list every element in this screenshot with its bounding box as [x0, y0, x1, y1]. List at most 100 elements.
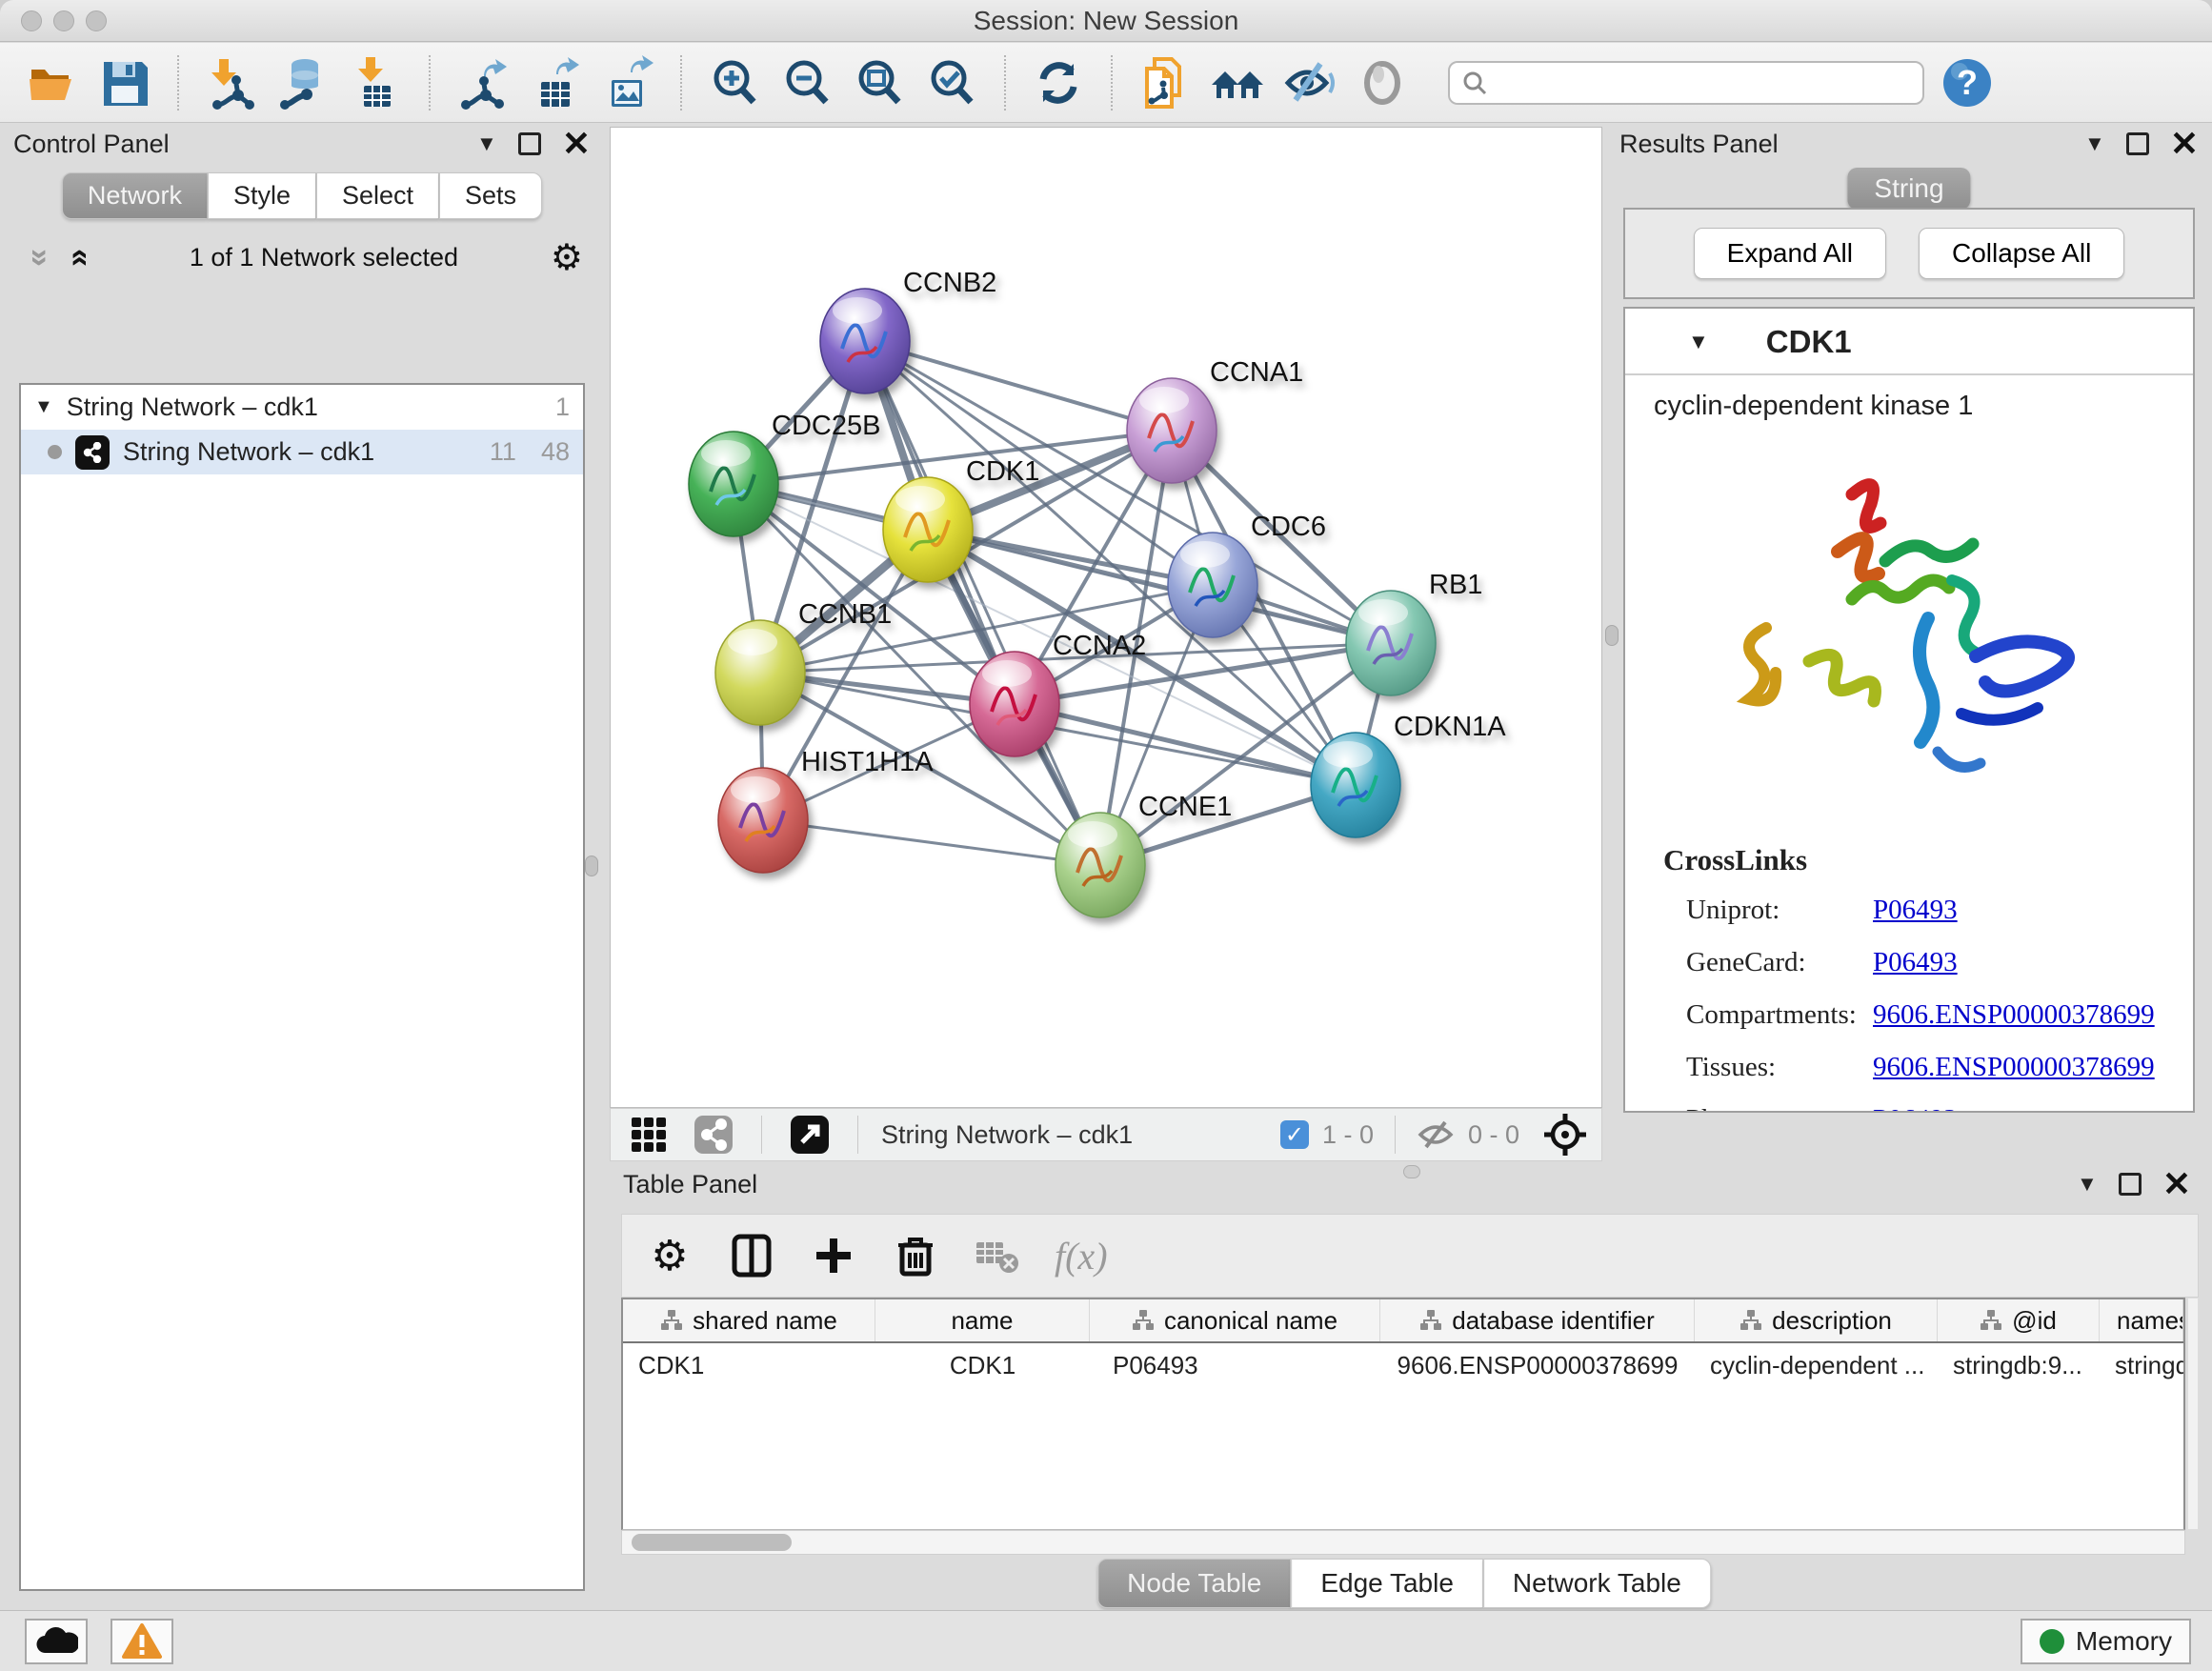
- collapse-panel-icon[interactable]: ▼: [476, 133, 497, 154]
- memory-button[interactable]: Memory: [2021, 1619, 2191, 1664]
- show-columns-icon[interactable]: [727, 1231, 776, 1280]
- network-canvas[interactable]: CCNB2CCNA1CDC25BCDK1CDC6RB1CCNB1CCNA2CDK…: [610, 127, 1602, 1108]
- minimize-window-button[interactable]: [53, 10, 74, 31]
- collapse-panel-icon[interactable]: ▼: [2077, 1174, 2098, 1195]
- tab-edge-table[interactable]: Edge Table: [1291, 1559, 1483, 1608]
- collapse-panel-icon[interactable]: ▼: [2084, 133, 2105, 154]
- network-node-CDC6[interactable]: CDC6: [1168, 512, 1326, 637]
- close-panel-icon[interactable]: ✕: [562, 131, 591, 158]
- right-splitter-handle[interactable]: [1605, 625, 1619, 646]
- duplicate-network-button[interactable]: [1136, 53, 1195, 112]
- open-in-new-window-icon[interactable]: [785, 1110, 835, 1159]
- expand-all-button[interactable]: Expand All: [1694, 228, 1886, 279]
- scrollbar-thumb[interactable]: [632, 1534, 792, 1551]
- maximize-window-button[interactable]: [86, 10, 107, 31]
- cell-description[interactable]: cyclin-dependent ...: [1695, 1343, 1938, 1387]
- zoom-out-button[interactable]: [777, 53, 836, 112]
- cell-id[interactable]: stringdb:9...: [1938, 1343, 2100, 1387]
- tab-select[interactable]: Select: [316, 172, 439, 219]
- protein-collapse-icon[interactable]: ▼: [1688, 332, 1709, 352]
- search-field[interactable]: [1448, 61, 1924, 105]
- cell-database-identifier[interactable]: 9606.ENSP00000378699: [1380, 1343, 1695, 1387]
- column-header-namespace[interactable]: namespace: [2100, 1299, 2183, 1341]
- column-header-shared-name[interactable]: shared name: [623, 1299, 875, 1341]
- delete-column-icon[interactable]: [891, 1231, 940, 1280]
- collapse-all-button[interactable]: Collapse All: [1919, 228, 2124, 279]
- protein-card-header[interactable]: ▼ CDK1: [1625, 309, 2193, 375]
- network-collection-row[interactable]: ▼ String Network – cdk1 1: [21, 385, 583, 430]
- tab-style[interactable]: Style: [208, 172, 316, 219]
- collapse-all-networks-icon[interactable]: »: [22, 239, 59, 277]
- tab-sets[interactable]: Sets: [439, 172, 542, 219]
- network-node-CCNB1[interactable]: CCNB1: [715, 599, 892, 725]
- zoom-in-button[interactable]: [705, 53, 764, 112]
- tab-node-table[interactable]: Node Table: [1097, 1559, 1291, 1608]
- float-panel-icon[interactable]: [518, 132, 541, 155]
- export-table-button[interactable]: [526, 53, 585, 112]
- pharos-link[interactable]: P06493: [1873, 1104, 1958, 1113]
- grid-view-icon[interactable]: [624, 1110, 674, 1159]
- network-node-CCNE1[interactable]: CCNE1: [1056, 792, 1232, 917]
- column-header-description[interactable]: description: [1695, 1299, 1938, 1341]
- string-results-tab[interactable]: String: [1847, 168, 1970, 210]
- show-all-button[interactable]: [1353, 53, 1412, 112]
- import-table-button[interactable]: [347, 53, 406, 112]
- selected-checkbox-icon[interactable]: ✓: [1280, 1120, 1309, 1149]
- network-options-gear-icon[interactable]: ⚙: [551, 236, 583, 279]
- open-session-button[interactable]: [23, 53, 82, 112]
- traffic-lights[interactable]: [21, 10, 107, 31]
- network-edge[interactable]: [1015, 704, 1356, 785]
- close-panel-icon[interactable]: ✕: [2162, 1171, 2191, 1198]
- hidden-eye-icon[interactable]: [1417, 1118, 1455, 1151]
- uniprot-link[interactable]: P06493: [1873, 895, 1958, 926]
- network-edge[interactable]: [763, 820, 1100, 865]
- collection-expand-icon[interactable]: ▼: [34, 396, 53, 418]
- network-node-CDC25B[interactable]: CDC25B: [689, 411, 880, 536]
- column-header-database-identifier[interactable]: database identifier: [1380, 1299, 1695, 1341]
- tab-network-table[interactable]: Network Table: [1483, 1559, 1711, 1608]
- hide-selected-button[interactable]: [1280, 53, 1339, 112]
- cell-namespace[interactable]: stringdb: [2100, 1343, 2183, 1387]
- close-window-button[interactable]: [21, 10, 42, 31]
- cloud-status-button[interactable]: [25, 1619, 88, 1664]
- help-button[interactable]: ?: [1938, 53, 1997, 112]
- cell-canonical-name[interactable]: P06493: [1090, 1343, 1380, 1387]
- delete-table-icon[interactable]: [973, 1231, 1022, 1280]
- zoom-fit-button[interactable]: [850, 53, 909, 112]
- table-vertical-scrollbar[interactable]: [2187, 1298, 2199, 1530]
- float-panel-icon[interactable]: [2126, 132, 2149, 155]
- network-node-CCNB2[interactable]: CCNB2: [820, 268, 996, 393]
- column-header-canonical-name[interactable]: canonical name: [1090, 1299, 1380, 1341]
- left-splitter-handle[interactable]: [585, 856, 598, 876]
- network-row[interactable]: String Network – cdk1 11 48: [21, 430, 583, 474]
- export-network-button[interactable]: [453, 53, 513, 112]
- table-horizontal-scrollbar[interactable]: [621, 1530, 2185, 1555]
- network-node-HIST1H1A[interactable]: HIST1H1A: [718, 747, 934, 873]
- compartments-link[interactable]: 9606.ENSP00000378699: [1873, 999, 2155, 1031]
- import-database-button[interactable]: [274, 53, 333, 112]
- close-panel-icon[interactable]: ✕: [2170, 131, 2199, 158]
- float-panel-icon[interactable]: [2119, 1173, 2142, 1196]
- export-image-button[interactable]: [598, 53, 657, 112]
- network-edge[interactable]: [865, 341, 1100, 865]
- first-neighbors-button[interactable]: [1208, 53, 1267, 112]
- column-header-name[interactable]: name: [875, 1299, 1090, 1341]
- add-column-icon[interactable]: [809, 1231, 858, 1280]
- birdseye-crosshair-icon[interactable]: [1542, 1112, 1588, 1158]
- expand-all-networks-icon[interactable]: »: [60, 239, 97, 277]
- network-badge-icon[interactable]: [689, 1110, 738, 1159]
- genecard-link[interactable]: P06493: [1873, 947, 1958, 978]
- column-header-id[interactable]: @id: [1938, 1299, 2100, 1341]
- save-session-button[interactable]: [95, 53, 154, 112]
- apply-layout-button[interactable]: [1029, 53, 1088, 112]
- network-node-CDKN1A[interactable]: CDKN1A: [1311, 712, 1506, 837]
- cell-shared-name[interactable]: CDK1: [623, 1343, 875, 1387]
- cell-name[interactable]: CDK1: [875, 1343, 1090, 1387]
- table-row[interactable]: CDK1 CDK1 P06493 9606.ENSP00000378699 cy…: [623, 1343, 2183, 1387]
- import-network-button[interactable]: [202, 53, 261, 112]
- function-builder-icon[interactable]: f(x): [1055, 1234, 1108, 1278]
- search-input[interactable]: [1498, 68, 1911, 97]
- zoom-selected-button[interactable]: [922, 53, 981, 112]
- network-node-RB1[interactable]: RB1: [1346, 570, 1482, 695]
- network-edge[interactable]: [865, 341, 1172, 431]
